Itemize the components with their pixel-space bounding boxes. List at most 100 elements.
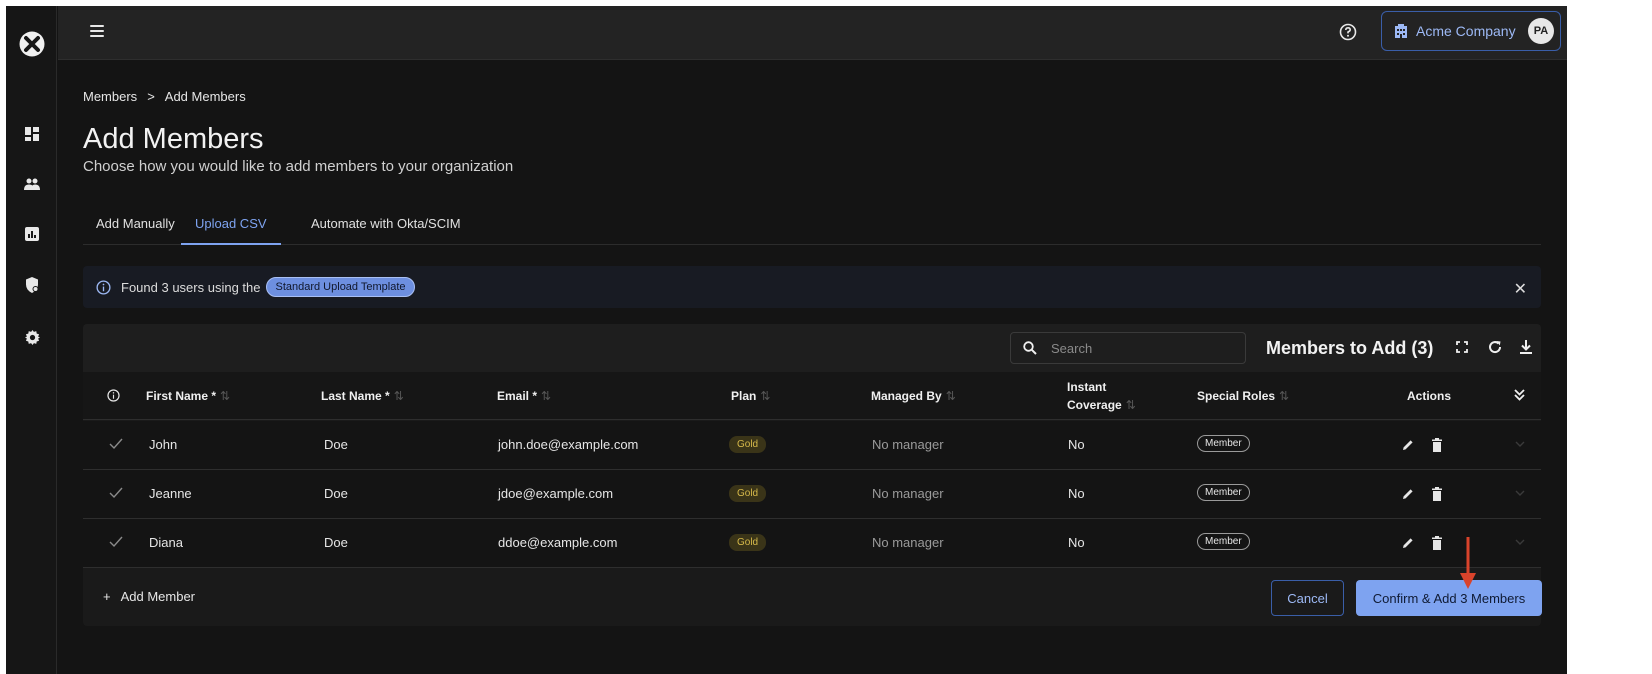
help-circle-icon[interactable] (1339, 23, 1357, 41)
members-table-card: Search Members to Add (3) First Name * ⇅ … (83, 324, 1542, 626)
column-label: Managed By (871, 389, 942, 403)
check-icon (109, 536, 123, 548)
column-label: Coverage (1067, 398, 1122, 412)
table-header: First Name * ⇅ Last Name * ⇅ Email * ⇅ Plan… (83, 372, 1541, 420)
column-label: Email * (497, 389, 538, 403)
chevron-down-icon[interactable] (1515, 489, 1525, 497)
column-header-actions: Actions (1407, 389, 1452, 403)
table-row[interactable]: Diana Doe ddoe@example.com Gold No manag… (83, 519, 1541, 568)
reports-icon[interactable] (22, 224, 42, 244)
breadcrumb-separator: > (147, 89, 155, 104)
sort-icon[interactable]: ⇅ (1126, 398, 1136, 412)
annotation-arrow-icon (1460, 537, 1476, 589)
delete-trash-icon[interactable] (1430, 536, 1444, 550)
table-row[interactable]: John Doe john.doe@example.com Gold No ma… (83, 421, 1541, 470)
table-toolbar: Search Members to Add (3) (83, 324, 1541, 372)
cell-instant-coverage: No (1068, 535, 1085, 550)
column-label: Instant (1067, 380, 1107, 394)
refresh-icon[interactable] (1487, 339, 1503, 355)
app-logo-icon[interactable] (19, 31, 45, 57)
tab-upload-csv[interactable]: Upload CSV (181, 216, 281, 245)
cell-last-name: Doe (324, 535, 348, 550)
cell-first-name: Diana (149, 535, 183, 550)
breadcrumb-members-link[interactable]: Members (83, 89, 137, 104)
breadcrumb-current: Add Members (164, 89, 246, 104)
chevron-down-icon[interactable] (1515, 538, 1525, 546)
column-header-last-name[interactable]: Last Name * ⇅ (321, 389, 404, 403)
avatar[interactable]: PA (1528, 18, 1554, 44)
close-icon[interactable]: ✕ (1514, 279, 1527, 298)
security-shield-icon[interactable] (22, 275, 42, 295)
menu-hamburger-icon[interactable] (90, 25, 104, 37)
cell-instant-coverage: No (1068, 437, 1085, 452)
column-label: Last Name * (321, 389, 390, 403)
table-row[interactable]: Jeanne Doe jdoe@example.com Gold No mana… (83, 470, 1541, 519)
tab-automate-okta-scim[interactable]: Automate with Okta/SCIM (311, 216, 461, 245)
sort-icon[interactable]: ⇅ (541, 389, 551, 403)
fullscreen-icon[interactable] (1454, 339, 1470, 355)
info-icon (96, 279, 111, 295)
chevrons-down-icon[interactable] (1514, 388, 1525, 402)
role-chip: Member (1197, 435, 1250, 452)
cell-email: jdoe@example.com (498, 486, 614, 501)
sort-icon[interactable]: ⇅ (946, 389, 956, 403)
check-icon (109, 487, 123, 499)
app-window: Acme Company PA Members > Add Members Ad… (6, 6, 1567, 674)
delete-trash-icon[interactable] (1430, 438, 1444, 452)
column-header-instant-coverage[interactable]: Instant Coverage ⇅ (1067, 378, 1136, 414)
delete-trash-icon[interactable] (1430, 487, 1444, 501)
cancel-button[interactable]: Cancel (1271, 580, 1344, 616)
top-bar: Acme Company PA (58, 6, 1567, 60)
add-member-button[interactable]: + Add Member (103, 589, 195, 604)
side-rail (6, 6, 57, 674)
edit-pencil-icon[interactable] (1401, 536, 1415, 550)
column-header-first-name[interactable]: First Name * ⇅ (146, 389, 230, 403)
plan-badge: Gold (729, 485, 767, 502)
cell-email: ddoe@example.com (498, 535, 618, 550)
role-chip: Member (1197, 484, 1250, 501)
add-member-label: Add Member (120, 589, 196, 604)
chevron-down-icon[interactable] (1515, 440, 1525, 448)
column-header-special-roles[interactable]: Special Roles ⇅ (1197, 389, 1289, 403)
members-icon[interactable] (22, 174, 42, 194)
cell-instant-coverage: No (1068, 486, 1085, 501)
search-placeholder: Search (1051, 340, 1093, 356)
cell-managed-by: No manager (872, 437, 944, 452)
company-switcher[interactable]: Acme Company PA (1381, 11, 1561, 51)
cell-first-name: John (149, 437, 178, 452)
cell-first-name: Jeanne (149, 486, 192, 501)
cell-email: john.doe@example.com (498, 437, 639, 452)
tab-add-manually[interactable]: Add Manually (96, 216, 175, 245)
cell-managed-by: No manager (872, 535, 944, 550)
dashboard-icon[interactable] (22, 124, 42, 144)
column-header-email[interactable]: Email * ⇅ (497, 389, 551, 403)
page-title: Add Members (83, 123, 264, 155)
column-label: Plan (731, 389, 757, 403)
building-icon (1395, 24, 1407, 38)
confirm-add-members-button[interactable]: Confirm & Add 3 Members (1356, 580, 1542, 616)
download-icon[interactable] (1518, 339, 1534, 355)
tab-bar: Add Manually Upload CSV Automate with Ok… (83, 209, 1541, 245)
plus-icon: + (103, 589, 111, 604)
banner-text: Found 3 users using the (121, 279, 261, 295)
sort-icon[interactable]: ⇅ (220, 389, 230, 403)
cell-last-name: Doe (324, 486, 348, 501)
info-banner: Found 3 users using the Standard Upload … (83, 266, 1541, 308)
plan-badge: Gold (729, 436, 767, 453)
cell-last-name: Doe (324, 437, 348, 452)
column-label: Special Roles (1197, 389, 1276, 403)
search-input[interactable]: Search (1010, 332, 1246, 364)
settings-gear-icon[interactable] (22, 327, 42, 347)
template-chip[interactable]: Standard Upload Template (266, 277, 415, 297)
column-header-managed-by[interactable]: Managed By ⇅ (871, 389, 956, 403)
sort-icon[interactable]: ⇅ (760, 389, 770, 403)
cell-managed-by: No manager (872, 486, 944, 501)
company-name: Acme Company (1416, 23, 1516, 39)
sort-icon[interactable]: ⇅ (1279, 389, 1289, 403)
edit-pencil-icon[interactable] (1401, 438, 1415, 452)
sort-icon[interactable]: ⇅ (394, 389, 404, 403)
column-header-plan[interactable]: Plan ⇅ (731, 389, 770, 403)
search-icon (1023, 341, 1037, 355)
role-chip: Member (1197, 533, 1250, 550)
edit-pencil-icon[interactable] (1401, 487, 1415, 501)
